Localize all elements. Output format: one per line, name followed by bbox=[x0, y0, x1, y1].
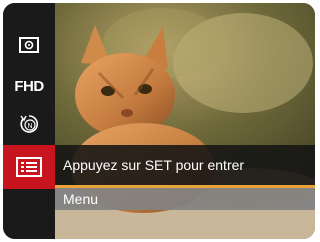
menu-option[interactable]: Menu bbox=[55, 188, 315, 210]
exposure-metering-icon bbox=[19, 37, 39, 53]
sidebar-item-menu[interactable] bbox=[3, 145, 55, 189]
video-quality-label: FHD bbox=[14, 77, 44, 95]
sidebar-item-video-quality[interactable]: FHD bbox=[3, 69, 55, 103]
hint-text: Appuyez sur SET pour entrer bbox=[63, 157, 245, 173]
camera-screen: FHD N Appuyez sur SET pour entrer Menu bbox=[3, 3, 315, 239]
rotation-mode-icon: N bbox=[20, 115, 39, 133]
sidebar-item-rotation[interactable]: N bbox=[3, 107, 55, 141]
menu-label: Menu bbox=[63, 191, 99, 207]
svg-text:N: N bbox=[28, 123, 33, 130]
hint-bar: Appuyez sur SET pour entrer bbox=[55, 145, 315, 185]
menu-list-icon bbox=[16, 157, 42, 177]
sidebar: FHD N bbox=[3, 3, 55, 239]
sidebar-item-metering[interactable] bbox=[3, 28, 55, 62]
